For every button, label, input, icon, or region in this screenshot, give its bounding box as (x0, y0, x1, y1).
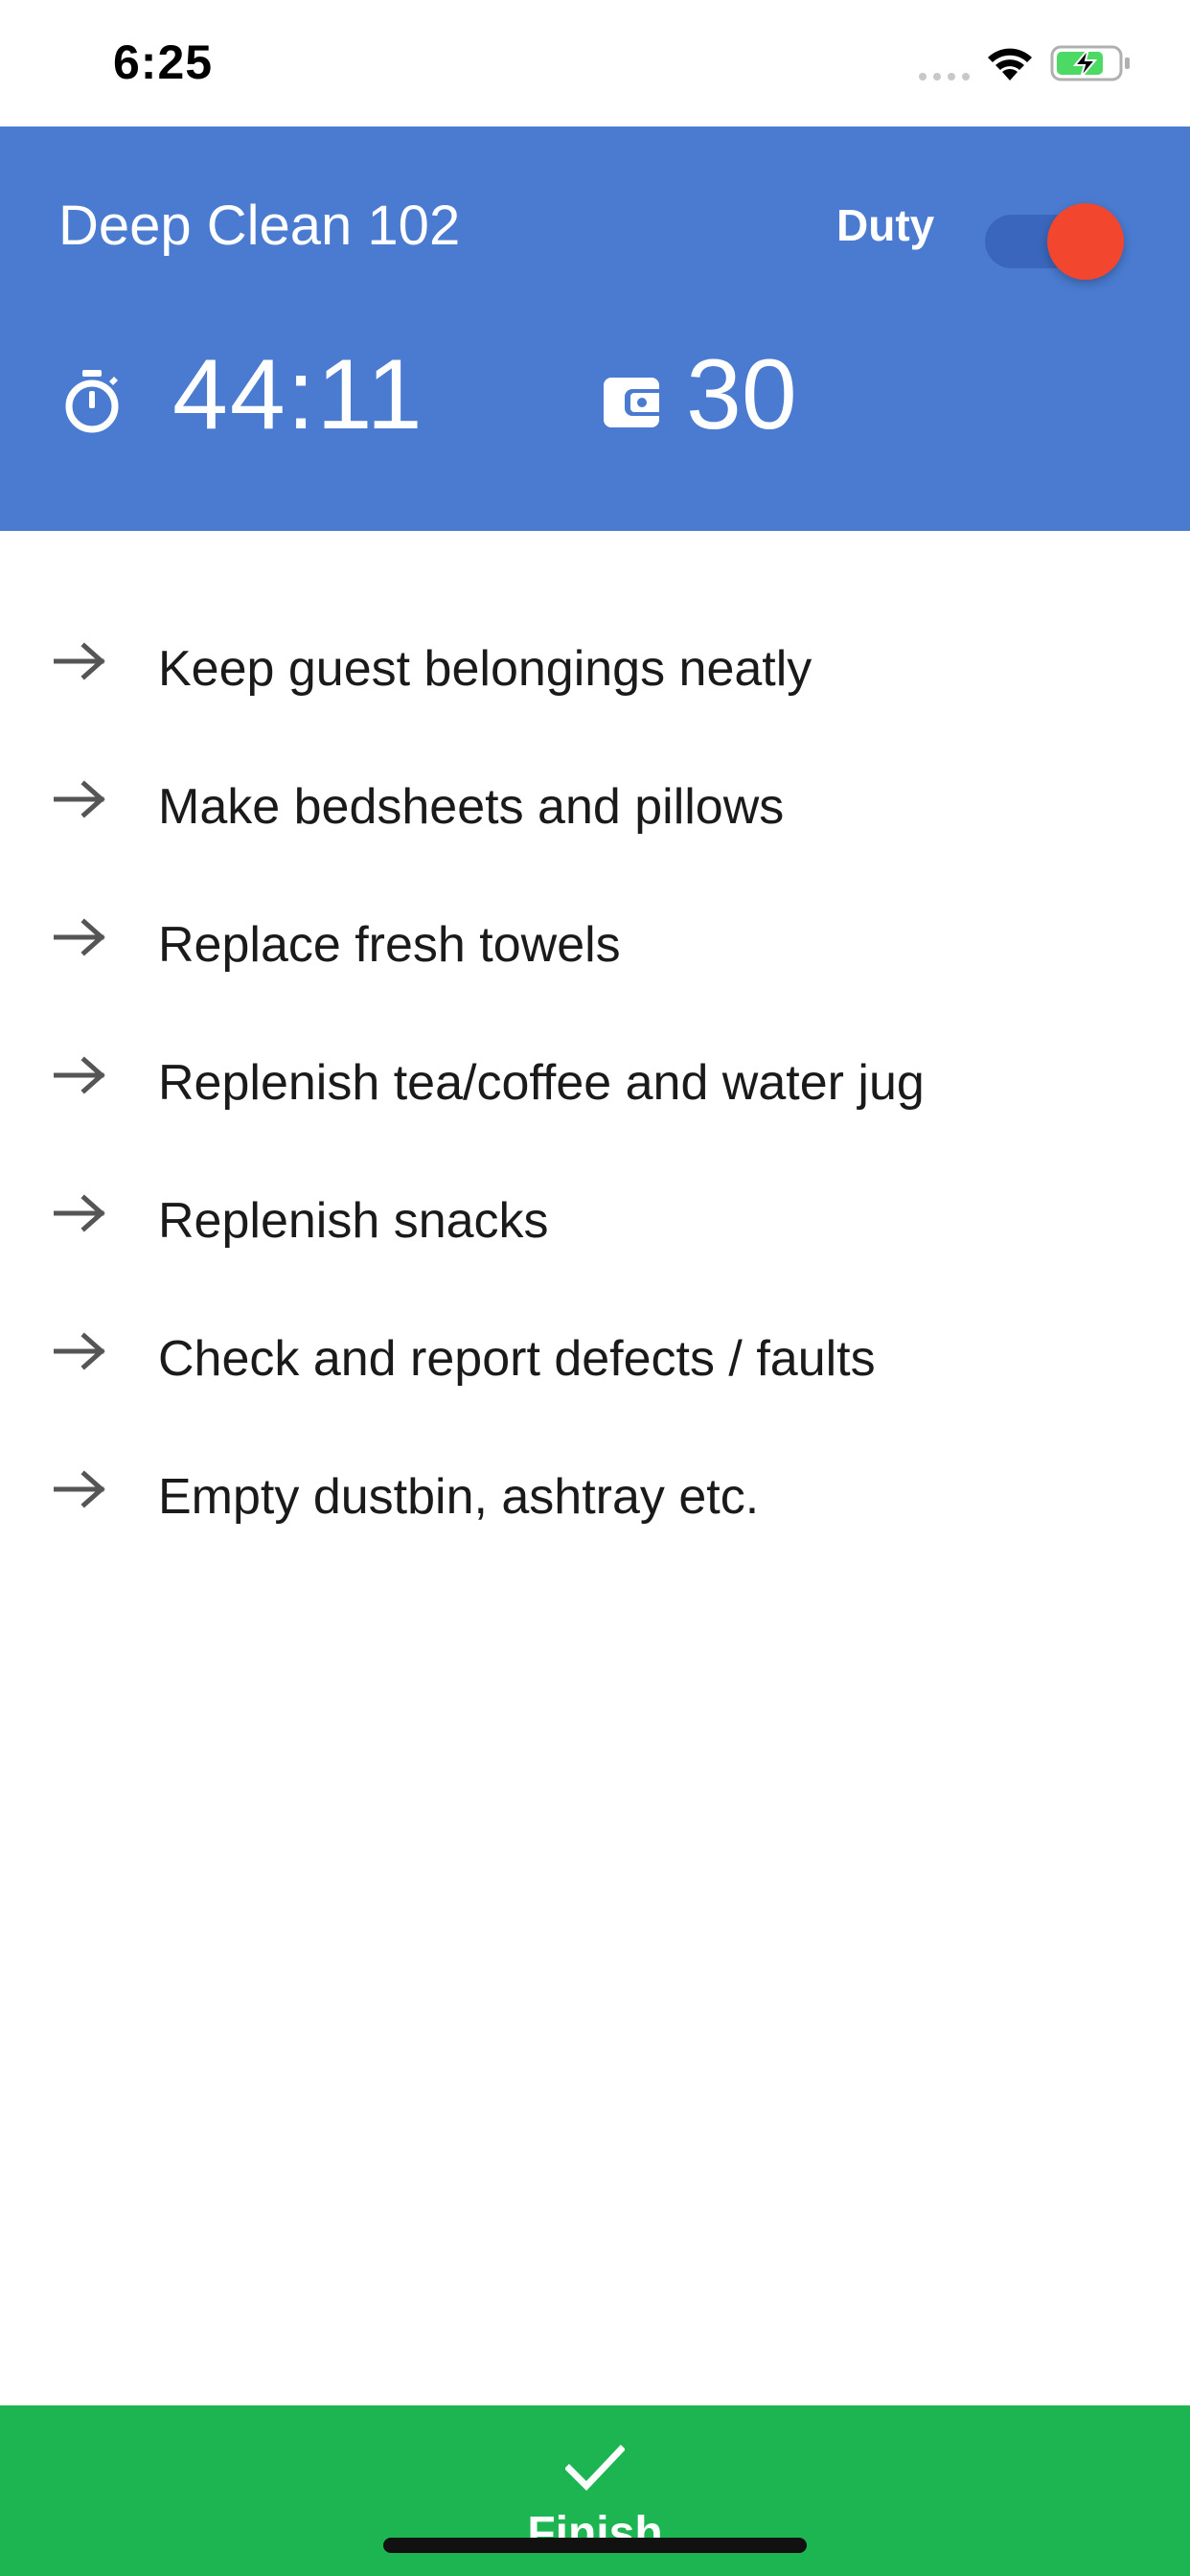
task-label: Empty dustbin, ashtray etc. (158, 1469, 760, 1525)
home-indicator[interactable] (383, 2538, 807, 2553)
page-title: Deep Clean 102 (58, 195, 461, 257)
task-label: Make bedsheets and pillows (158, 779, 785, 835)
arrow-right-icon (54, 1332, 105, 1370)
task-item: Replace fresh towels (0, 876, 1190, 1014)
task-item: Empty dustbin, ashtray etc. (0, 1428, 1190, 1566)
duty-label: Duty (836, 200, 935, 250)
arrow-right-icon (54, 1194, 105, 1232)
check-icon (565, 2445, 625, 2492)
task-item: Replenish tea/coffee and water jug (0, 1014, 1190, 1152)
timer-icon (65, 370, 119, 433)
count-value: 30 (686, 339, 797, 450)
arrow-right-icon (54, 918, 105, 956)
task-label: Keep guest belongings neatly (158, 641, 812, 697)
arrow-right-icon (54, 642, 105, 680)
wallet-icon (604, 378, 659, 427)
task-label: Replenish snacks (158, 1193, 549, 1249)
task-label: Check and report defects / faults (158, 1331, 876, 1387)
task-list: Keep guest belongings neatly Make bedshe… (0, 600, 1190, 1566)
arrow-right-icon (54, 1470, 105, 1508)
task-item: Keep guest belongings neatly (0, 600, 1190, 738)
task-label: Replenish tea/coffee and water jug (158, 1055, 925, 1111)
arrow-right-icon (54, 1056, 105, 1094)
signal-icon (919, 73, 970, 80)
task-label: Replace fresh towels (158, 917, 621, 973)
status-time: 6:25 (113, 35, 214, 89)
header: Deep Clean 102 Duty 44:11 30 (0, 126, 1190, 531)
status-bar: 6:25 (0, 0, 1190, 126)
app-screen: 6:25 Deep Clean 102 Duty 44:11 30 Keep g… (0, 0, 1190, 2576)
timer-value: 44:11 (172, 339, 424, 450)
battery-charging-icon (1050, 45, 1130, 81)
arrow-right-icon (54, 780, 105, 818)
duty-toggle[interactable] (985, 180, 1129, 303)
task-item: Replenish snacks (0, 1152, 1190, 1290)
task-item: Make bedsheets and pillows (0, 738, 1190, 876)
duty-toggle-thumb (1047, 203, 1124, 280)
task-item: Check and report defects / faults (0, 1290, 1190, 1428)
wifi-icon (988, 48, 1032, 80)
